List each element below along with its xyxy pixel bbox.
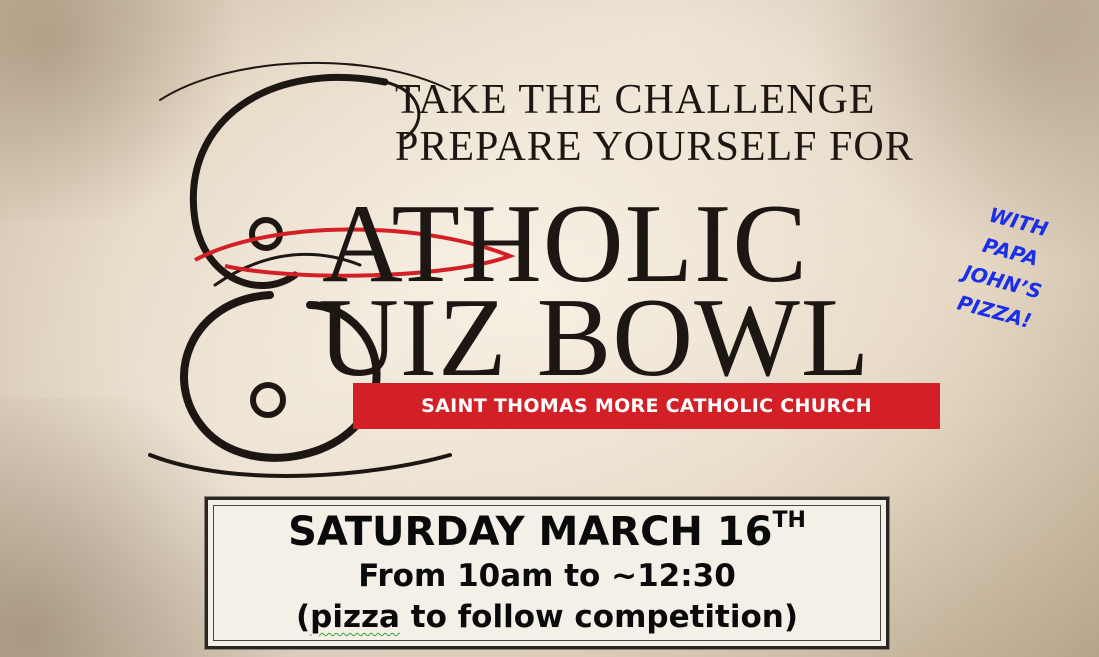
- note-open-paren: (: [295, 599, 311, 635]
- note-rest: to follow competition): [399, 599, 799, 635]
- church-banner: SAINT THOMAS MORE CATHOLIC CHURCH: [353, 383, 940, 429]
- event-date-text: SATURDAY MARCH 16: [288, 509, 773, 555]
- event-date: SATURDAY MARCH 16TH: [208, 508, 886, 555]
- event-time: From 10am to ~12:30: [358, 558, 736, 594]
- note-pizza-word: pizza: [310, 599, 400, 635]
- tagline-prepare: PREPARE YOURSELF FOR: [395, 124, 914, 170]
- event-note: (pizza to follow competition): [208, 598, 886, 636]
- tagline-challenge: TAKE THE CHALLENGE: [395, 77, 876, 123]
- title-quiz-bowl: UIZ BOWL: [318, 276, 871, 400]
- date-ordinal-suffix: TH: [772, 508, 806, 533]
- church-name: SAINT THOMAS MORE CATHOLIC CHURCH: [421, 395, 872, 417]
- event-details-box: SATURDAY MARCH 16TH From 10am to ~12:30 …: [205, 497, 889, 649]
